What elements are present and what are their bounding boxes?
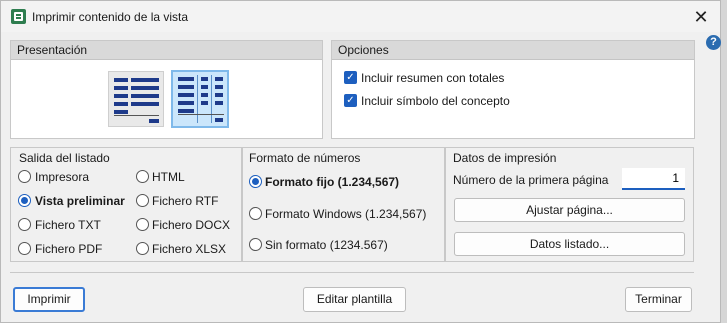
txt-radio[interactable] <box>18 218 31 231</box>
title-bar: Imprimir contenido de la vista ✕ <box>1 1 720 32</box>
fixed-format-radio[interactable] <box>249 175 262 188</box>
preview-label: Vista preliminar <box>35 194 125 208</box>
help-icon[interactable]: ? <box>706 35 721 50</box>
first-page-input[interactable] <box>622 168 685 190</box>
pdf-label: Fichero PDF <box>35 242 103 256</box>
printer-label: Impresora <box>35 170 90 184</box>
number-format-group: Formato de números Formato fijo (1.234,5… <box>242 147 445 262</box>
xlsx-radio[interactable] <box>136 242 149 255</box>
include-symbol-label: Incluir símbolo del concepto <box>361 94 510 108</box>
print-dialog: Imprimir contenido de la vista ✕ Present… <box>0 0 721 323</box>
windows-format-radio[interactable] <box>249 207 262 220</box>
txt-label: Fichero TXT <box>35 218 101 232</box>
include-symbol-checkbox[interactable]: ✓ <box>344 94 357 107</box>
no-format-radio[interactable] <box>249 238 262 251</box>
docx-label: Fichero DOCX <box>152 218 231 232</box>
rtf-label: Fichero RTF <box>152 194 219 208</box>
preview-radio[interactable] <box>18 194 31 207</box>
fixed-format-label: Formato fijo (1.234,567) <box>265 175 400 189</box>
table-layout-icon[interactable] <box>171 70 229 128</box>
output-title: Salida del listado <box>19 151 110 165</box>
html-radio[interactable] <box>136 170 149 183</box>
list-layout-icon[interactable] <box>108 71 164 127</box>
number-format-title: Formato de números <box>249 151 361 165</box>
presentation-panel: Presentación <box>10 40 323 139</box>
close-icon[interactable]: ✕ <box>690 6 712 28</box>
footer-divider <box>10 272 694 273</box>
options-panel: Opciones ✓ Incluir resumen con totales ✓… <box>331 40 695 139</box>
no-format-label: Sin formato (1234.567) <box>265 238 388 252</box>
print-button[interactable]: Imprimir <box>13 287 85 312</box>
include-totals-label: Incluir resumen con totales <box>361 71 505 85</box>
output-group: Salida del listado Impresora HTML Vista … <box>10 147 242 262</box>
first-page-label: Número de la primera página <box>453 173 609 187</box>
print-data-group: Datos de impresión Número de la primera … <box>445 147 694 262</box>
finish-button[interactable]: Terminar <box>625 287 692 312</box>
spreadsheet-icon <box>11 9 26 24</box>
xlsx-label: Fichero XLSX <box>152 242 227 256</box>
options-header: Opciones <box>332 41 694 60</box>
windows-format-label: Formato Windows (1.234,567) <box>265 207 427 221</box>
include-totals-checkbox[interactable]: ✓ <box>344 71 357 84</box>
edit-template-button[interactable]: Editar plantilla <box>303 287 406 312</box>
print-data-title: Datos de impresión <box>453 151 557 165</box>
adjust-page-button[interactable]: Ajustar página... <box>454 198 685 222</box>
listing-data-button[interactable]: Datos listado... <box>454 232 685 256</box>
presentation-header: Presentación <box>11 41 322 60</box>
printer-radio[interactable] <box>18 170 31 183</box>
pdf-radio[interactable] <box>18 242 31 255</box>
docx-radio[interactable] <box>136 218 149 231</box>
html-label: HTML <box>152 170 185 184</box>
window-title: Imprimir contenido de la vista <box>32 10 189 24</box>
rtf-radio[interactable] <box>136 194 149 207</box>
